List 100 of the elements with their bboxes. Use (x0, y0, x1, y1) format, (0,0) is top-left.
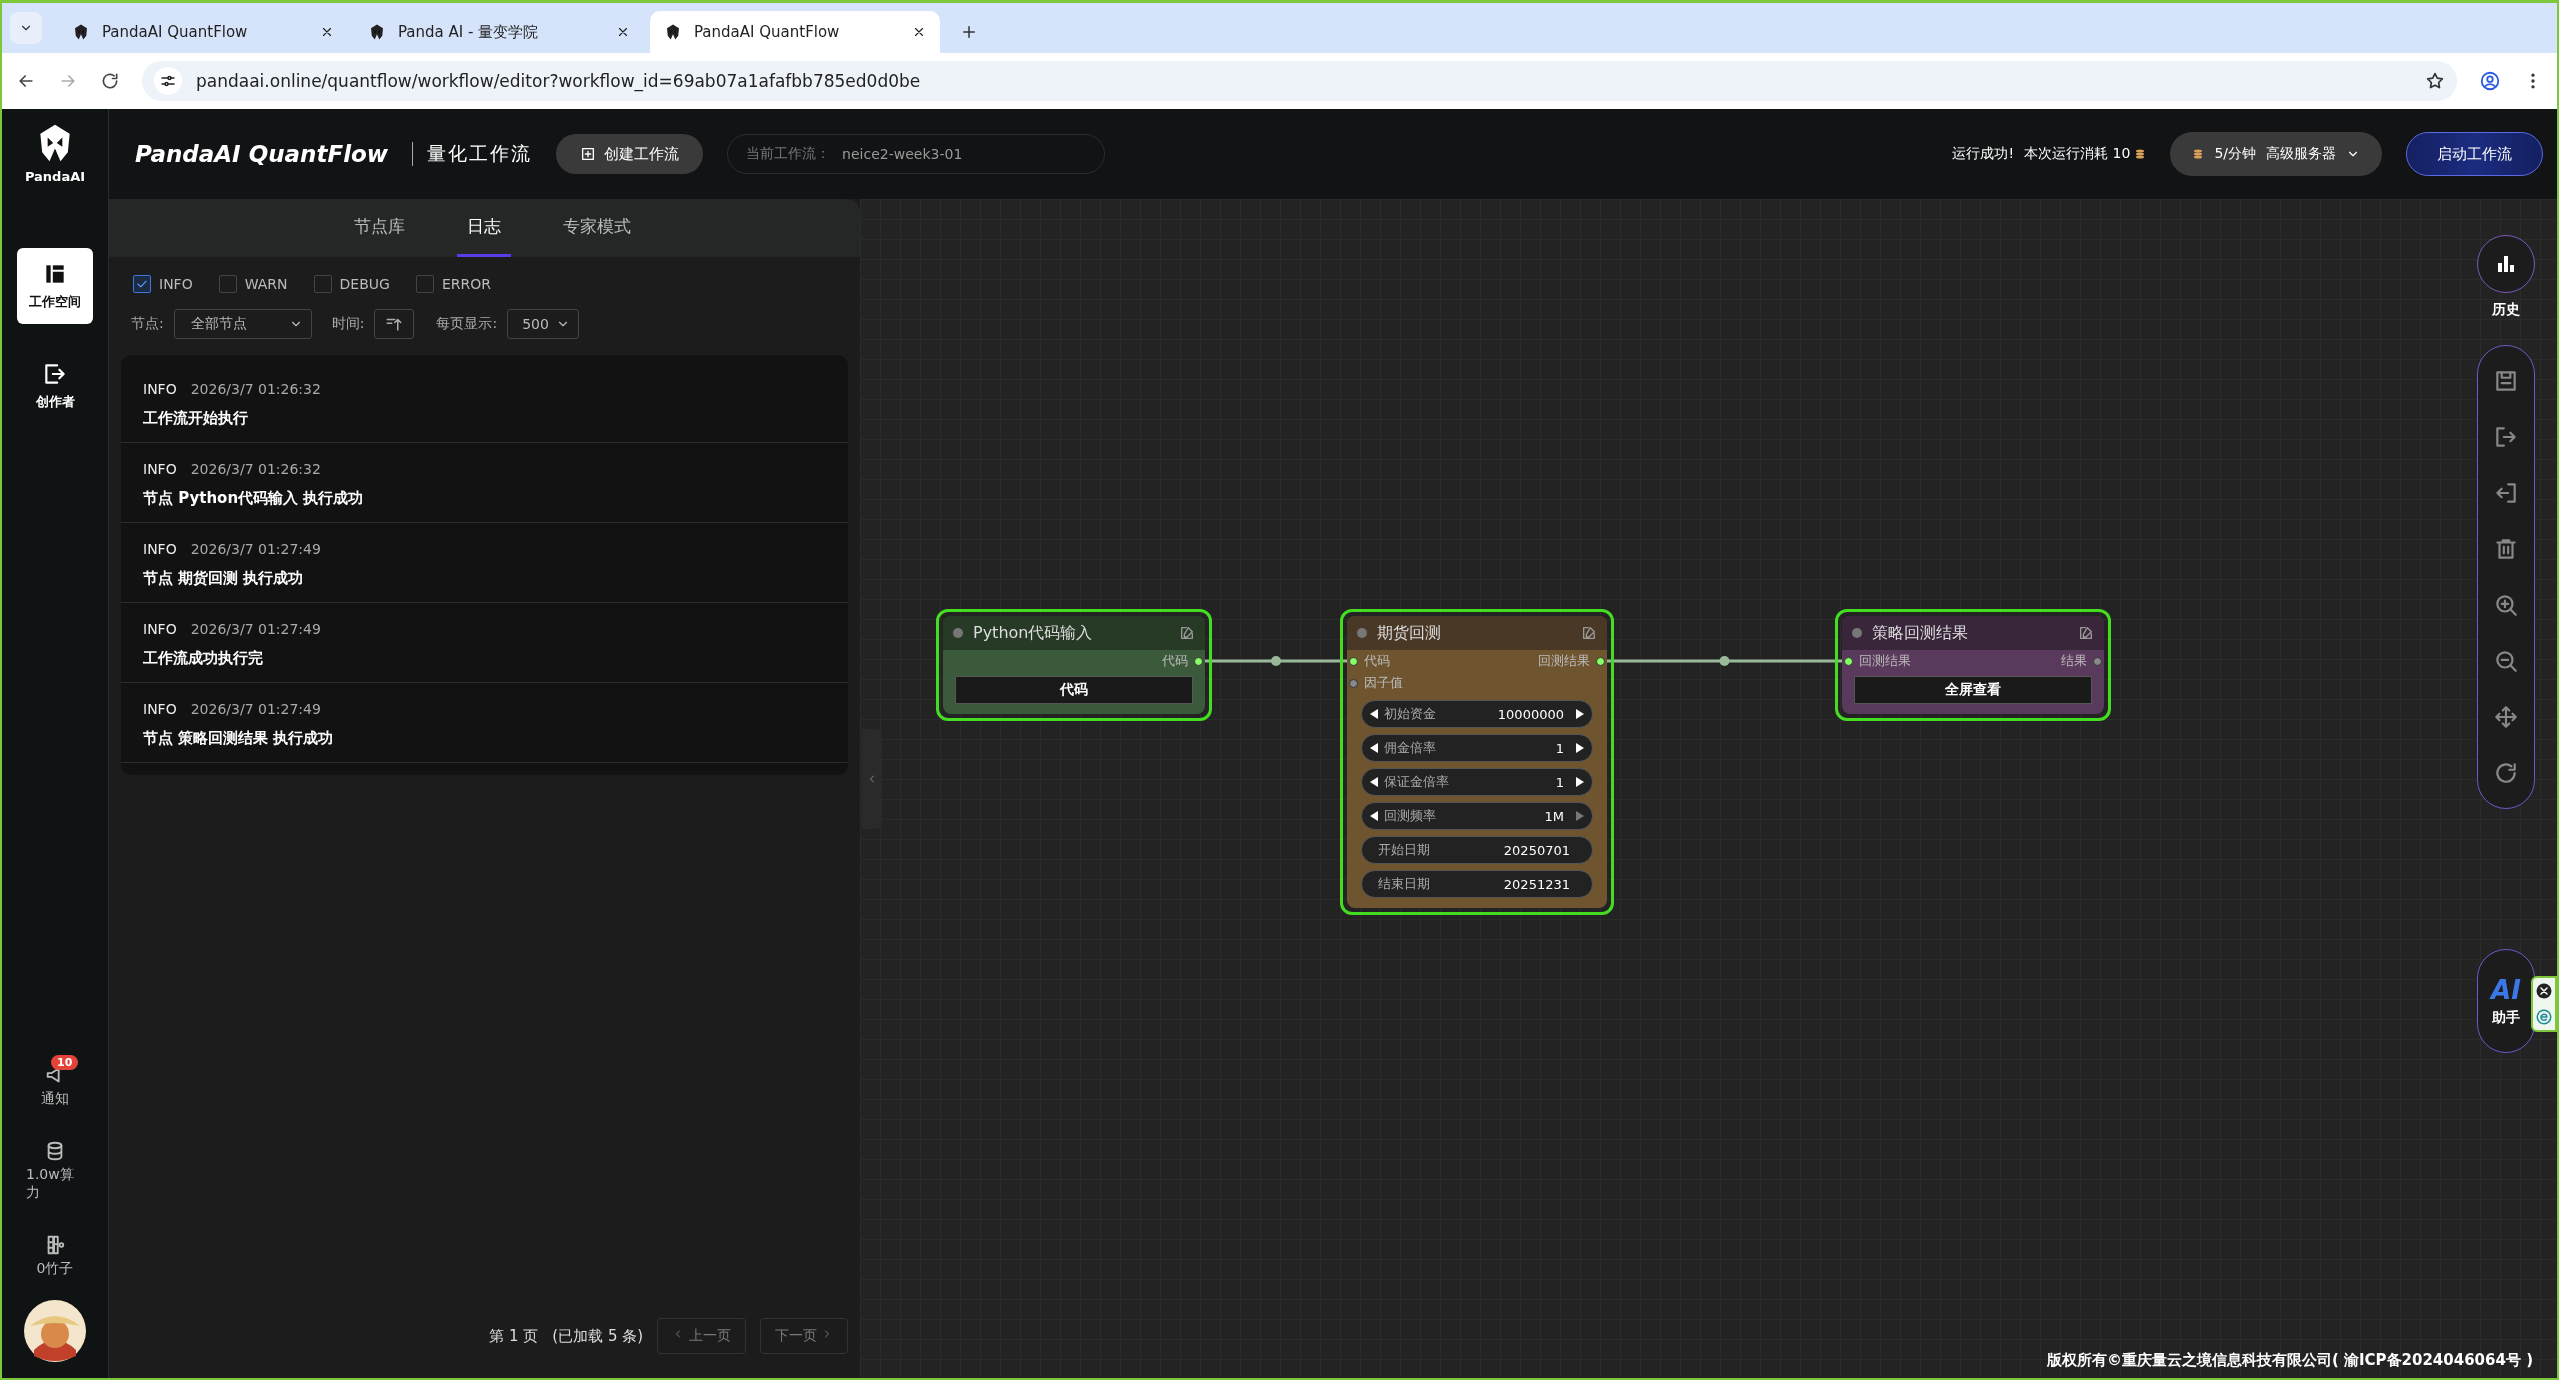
floating-widget[interactable] (2531, 976, 2557, 1032)
close-icon[interactable] (912, 25, 926, 39)
star-icon[interactable] (2425, 71, 2445, 91)
edit-icon[interactable] (1179, 625, 1195, 641)
panel-tab[interactable]: 节点库 (344, 199, 415, 257)
run-cost: 本次运行消耗 10 (2024, 145, 2131, 163)
checkbox[interactable] (218, 275, 237, 293)
triangle-right-icon[interactable] (1574, 706, 1586, 722)
run-status: 运行成功! (1952, 145, 2015, 163)
log-time: 2026/3/7 01:26:32 (190, 461, 321, 477)
status-dot (953, 628, 963, 638)
app-title: PandaAI QuantFlow (135, 141, 389, 167)
export-icon[interactable] (2493, 424, 2519, 450)
loaded-count: (已加载 5 条) (552, 1326, 644, 1346)
zoom-in-icon[interactable] (2493, 592, 2519, 618)
sidebar-item[interactable]: 创作者 (17, 348, 93, 424)
trash-icon[interactable] (2493, 536, 2519, 562)
log-message: 工作流成功执行完 (143, 649, 264, 668)
log-time: 2026/3/7 01:27:49 (190, 541, 321, 557)
text-field[interactable]: 开始日期 20250701 (1361, 836, 1593, 864)
sidebar-item[interactable]: 0竹子 (12, 1224, 98, 1278)
close-circle-icon[interactable] (2535, 982, 2553, 1000)
workflow-node[interactable]: 期货回测 代码 回测结果 因子值 初始资金 10000000 佣金倍率 1 保证金倍率 1 回测频率 1M 开始日期 20250701 结束日期 20251231 (1340, 609, 1614, 915)
plus-icon[interactable] (960, 23, 978, 41)
triangle-left-icon[interactable] (1368, 774, 1380, 790)
workflow-node[interactable]: 策略回测结果 回测结果 结果 全屏查看 (1835, 609, 2111, 721)
previous-page-button[interactable]: 上一页 (657, 1318, 746, 1354)
log-time: 2026/3/7 01:27:49 (190, 701, 321, 717)
stepper-field[interactable]: 回测频率 1M (1361, 802, 1593, 830)
triangle-right-icon[interactable] (1574, 740, 1586, 756)
node-filter-dropdown[interactable]: 全部节点 (173, 309, 312, 339)
browser-tab[interactable]: PandaAI QuantFlow (58, 11, 348, 53)
stepper-field[interactable]: 佣金倍率 1 (1361, 734, 1593, 762)
triangle-left-icon[interactable] (1368, 740, 1380, 756)
panel-tab[interactable]: 专家模式 (553, 199, 641, 257)
log-message: 节点 Python代码输入 执行成功 (143, 489, 365, 508)
node-button[interactable]: 全屏查看 (1854, 676, 2092, 704)
circle-e-icon[interactable] (2535, 1008, 2553, 1026)
triangle-left-icon[interactable] (1368, 808, 1380, 824)
address-bar[interactable]: pandaai.online/quantflow/workflow/editor?workflow_id=69ab07a1afafbb785ed0d0be (142, 61, 2457, 101)
page-number: 第 1 页 (489, 1326, 539, 1346)
text-field[interactable]: 结束日期 20251231 (1361, 870, 1593, 898)
status-dot (1357, 628, 1367, 638)
panel-tab[interactable]: 日志 (457, 199, 511, 257)
close-icon[interactable] (320, 25, 334, 39)
checkbox-label[interactable]: DEBUG (339, 276, 390, 292)
import-icon[interactable] (2493, 480, 2519, 506)
start-workflow-button[interactable]: 启动工作流 (2406, 132, 2543, 176)
save-icon[interactable] (2493, 368, 2519, 394)
stepper-field[interactable]: 初始资金 10000000 (1361, 700, 1593, 728)
port-dot[interactable] (2093, 656, 2102, 666)
panda-logo-icon (664, 23, 682, 41)
refresh-icon[interactable] (2493, 760, 2519, 786)
logo-text: PandaAI (24, 169, 86, 184)
app-subtitle: 量化工作流 (427, 141, 533, 166)
assistant-button[interactable]: AI 助手 (2477, 949, 2535, 1053)
log-level: INFO (143, 381, 177, 397)
checkbox[interactable] (133, 275, 151, 293)
close-icon[interactable] (616, 25, 630, 39)
browser-tab[interactable]: PandaAI QuantFlow (650, 11, 940, 53)
log-time: 2026/3/7 01:26:32 (190, 381, 321, 397)
sort-button[interactable] (374, 309, 415, 339)
port-label: 代码 (1364, 652, 1390, 670)
next-page-button[interactable]: 下一页 (759, 1318, 848, 1354)
collapse-handle[interactable] (862, 729, 882, 829)
profile-icon[interactable] (2479, 70, 2501, 92)
create-workflow-button[interactable]: 创建工作流 (556, 134, 704, 174)
node-title: Python代码输入 (973, 622, 1094, 644)
log-level: INFO (143, 621, 177, 637)
node-button[interactable]: 代码 (955, 676, 1193, 704)
page-size-dropdown[interactable]: 500 (507, 309, 580, 339)
port-dot[interactable] (1349, 656, 1358, 666)
status-dot (1852, 628, 1862, 638)
port-dot[interactable] (1349, 678, 1358, 688)
sidebar-item[interactable]: 工作空间 (17, 248, 93, 324)
port-label: 回测结果 (1538, 652, 1590, 670)
checkbox-label[interactable]: WARN (244, 276, 288, 292)
move-icon[interactable] (2493, 704, 2519, 730)
zoom-out-icon[interactable] (2493, 648, 2519, 674)
edit-icon[interactable] (2078, 625, 2094, 641)
sidebar-item[interactable]: 通知 10 (17, 1054, 93, 1108)
checkbox[interactable] (313, 275, 332, 293)
port-dot[interactable] (1596, 656, 1605, 666)
triangle-right-icon[interactable] (1574, 774, 1586, 790)
server-selector[interactable]: 5/分钟 高级服务器 (2170, 132, 2382, 176)
edit-icon[interactable] (1581, 625, 1597, 641)
triangle-left-icon[interactable] (1368, 706, 1380, 722)
reload-icon[interactable] (100, 71, 120, 91)
port-dot[interactable] (1194, 656, 1203, 666)
avatar[interactable] (24, 1300, 86, 1362)
checkbox-label[interactable]: INFO (159, 276, 193, 292)
browser-tab[interactable]: Panda AI - 量变学院 (354, 11, 644, 53)
sidebar-item[interactable]: 1.0w算力 (2, 1130, 108, 1202)
checkbox-label[interactable]: ERROR (441, 276, 491, 292)
workflow-node[interactable]: Python代码输入 代码 代码 (936, 609, 1212, 721)
port-dot[interactable] (1844, 656, 1853, 666)
stepper-field[interactable]: 保证金倍率 1 (1361, 768, 1593, 796)
checkbox[interactable] (415, 275, 434, 293)
plus-square-icon (580, 146, 597, 162)
port-label: 结果 (2061, 652, 2087, 670)
